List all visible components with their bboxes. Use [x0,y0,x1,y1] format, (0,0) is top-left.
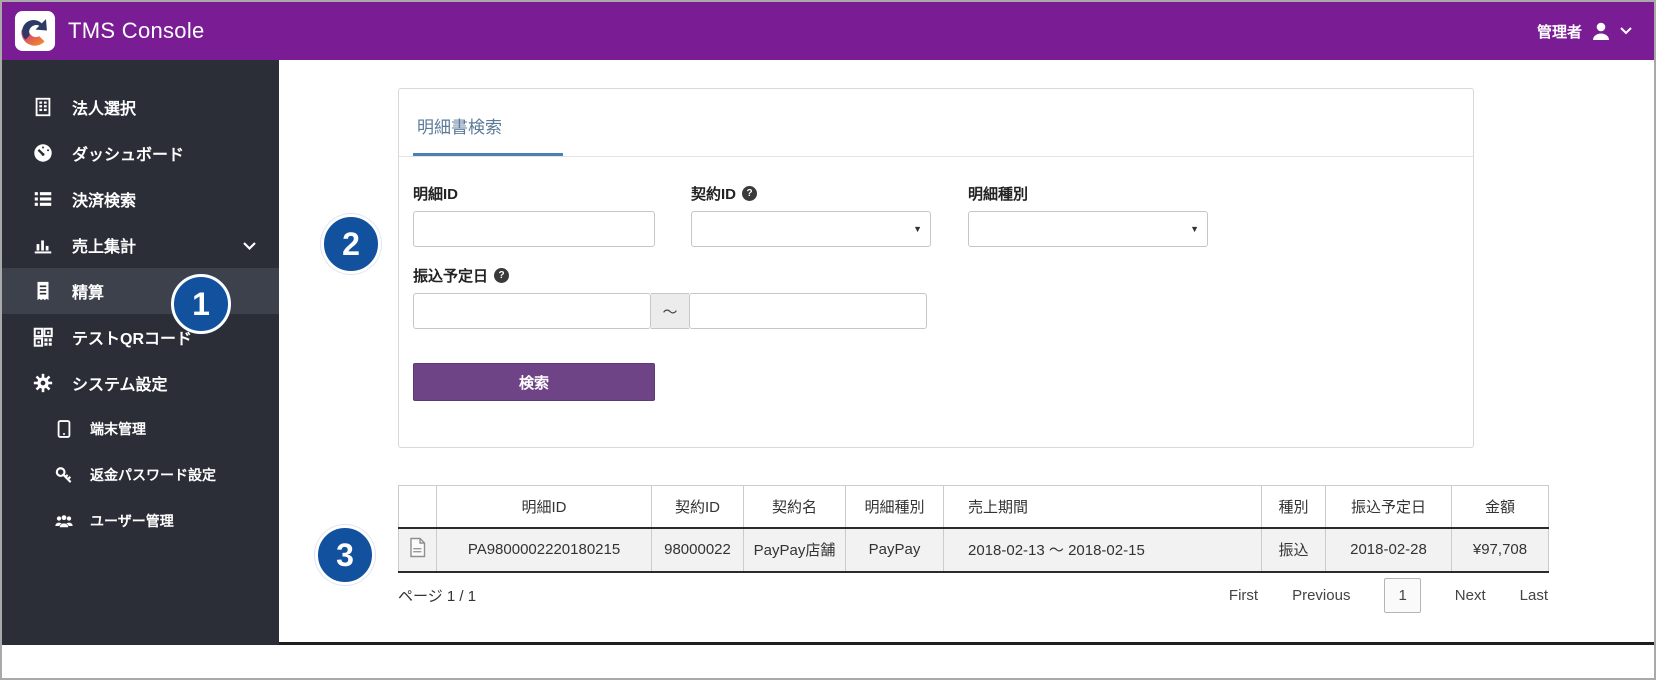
sidebar-item-system-settings[interactable]: システム設定 [2,360,279,406]
first-page-button[interactable]: First [1229,587,1258,604]
annotation-circle-3: 3 [315,525,375,585]
sidebar-item-label: システム設定 [72,377,168,394]
tab-bar: 明細書検索 [399,89,1473,157]
table-header-row: 明細ID 契約ID 契約名 明細種別 売上期間 種別 振込予定日 金額 [398,485,1549,529]
transfer-date-label-text: 振込予定日 [413,268,489,285]
field-contract-id: 契約ID ? ▼ [691,183,931,247]
col-statement-id: 明細ID [436,485,652,529]
col-contract-id: 契約ID [651,485,744,529]
current-page-button[interactable]: 1 [1384,578,1421,613]
sidebar-item-user-management[interactable]: ユーザー管理 [2,498,279,544]
annotation-circle-1: 1 [171,274,231,334]
dashboard-gauge-icon [32,142,54,164]
transfer-date-from-input[interactable] [413,293,651,329]
user-menu[interactable]: 管理者 [1537,19,1632,43]
transfer-date-label: 振込予定日 ? [413,265,1459,286]
top-bar: TMS Console 管理者 [2,2,1654,60]
sidebar-item-corporate-select[interactable]: 法人選択 [2,84,279,130]
col-statement-type: 明細種別 [845,485,944,529]
date-range-separator: ～ [651,293,689,329]
help-icon[interactable]: ? [494,268,510,283]
help-icon[interactable]: ? [742,186,758,201]
transfer-date-to-input[interactable] [689,293,927,329]
receipt-icon [32,280,54,302]
col-amount: 金額 [1451,485,1549,529]
sidebar-item-payment-search[interactable]: 決済検索 [2,176,279,222]
sidebar-item-refund-password[interactable]: 返金パスワード設定 [2,452,279,498]
col-contract-name: 契約名 [743,485,846,529]
sidebar-nav: 法人選択 ダッシュボード 決済検索 売上集計 精算 テストQRコード システム設… [2,60,279,645]
statement-search-panel: 明細書検索 明細ID 契約ID ? ▼ 明細種別 ▼ 振込予定日 ? ～ 検索 [398,88,1474,448]
submenu-chevron-icon[interactable] [242,238,257,256]
search-button[interactable]: 検索 [413,363,655,401]
contract-id-cell: 98000022 [651,527,744,573]
sidebar-item-label: ユーザー管理 [90,513,174,529]
results-table: 明細ID 契約ID 契約名 明細種別 売上期間 種別 振込予定日 金額 PA98… [398,485,1549,573]
qr-code-icon [32,326,54,348]
users-icon [54,511,74,531]
col-type: 種別 [1261,485,1326,529]
contract-id-select[interactable] [691,211,931,247]
statement-id-cell: PA9800002220180215 [436,527,652,573]
contract-name-cell: PayPay店舗 [743,527,846,573]
statement-type-cell: PayPay [845,527,944,573]
contract-id-label-text: 契約ID [691,186,737,203]
last-page-button[interactable]: Last [1520,587,1548,604]
sidebar-item-dashboard[interactable]: ダッシュボード [2,130,279,176]
sidebar-item-test-qr[interactable]: テストQRコード [2,314,279,360]
table-row: PA9800002220180215 98000022 PayPay店舗 Pay… [398,527,1549,573]
sidebar-item-sales-summary[interactable]: 売上集計 [2,222,279,268]
type-cell: 振込 [1261,527,1326,573]
col-icon [398,485,437,529]
sidebar-item-label: 精算 [72,285,105,302]
pdf-download-cell[interactable] [398,527,437,573]
sales-period-cell: 2018-02-13 ～ 2018-02-15 [943,527,1262,573]
sidebar-item-label: 決済検索 [72,193,137,210]
search-form: 明細ID 契約ID ? ▼ 明細種別 ▼ 振込予定日 ? ～ 検索 [399,157,1473,427]
chevron-down-icon [1620,27,1632,35]
sidebar-item-label: 法人選択 [72,101,137,118]
amount-cell: ¥97,708 [1451,527,1549,573]
statement-type-label: 明細種別 [968,186,1029,203]
sidebar-item-label: ダッシュボード [72,147,185,164]
previous-page-button[interactable]: Previous [1292,587,1350,604]
col-transfer-date: 振込予定日 [1325,485,1452,529]
sidebar-item-label: 売上集計 [72,239,137,256]
bar-chart-icon [32,234,54,256]
sidebar-item-label: テストQRコード [72,331,193,348]
statement-id-label: 明細ID [413,186,459,203]
sidebar-item-label: 端末管理 [90,421,146,437]
tablet-icon [54,419,74,439]
sidebar-item-label: 返金パスワード設定 [90,467,216,483]
key-icon [54,465,74,485]
user-name-label: 管理者 [1536,23,1582,41]
gear-icon [32,372,54,394]
sidebar-item-terminal-management[interactable]: 端末管理 [2,406,279,452]
screenshot-frame: TMS Console 管理者 法人選択 ダッシュボード 決済検索 売上集計 精… [0,0,1656,680]
sidebar-item-settlement[interactable]: 精算 [2,268,279,314]
next-page-button[interactable]: Next [1455,587,1486,604]
contract-id-label: 契約ID ? [691,183,931,204]
pdf-file-icon [410,537,426,558]
tab-statement-search[interactable]: 明細書検索 [413,89,563,156]
annotation-circle-2: 2 [321,214,381,274]
user-icon [1593,22,1609,40]
transfer-date-cell: 2018-02-28 [1325,527,1452,573]
app-title: TMS Console [68,18,205,43]
statement-type-select[interactable] [968,211,1208,247]
tms-logo-icon [14,10,56,52]
col-sales-period: 売上期間 [943,485,1262,529]
pagination-bar: ページ 1 / 1 First Previous 1 Next Last [398,578,1548,613]
building-icon [32,96,54,118]
statement-id-input[interactable] [413,211,655,247]
list-icon [32,188,54,210]
page-info: ページ 1 / 1 [398,588,477,605]
main-content: 明細書検索 明細ID 契約ID ? ▼ 明細種別 ▼ 振込予定日 ? ～ 検索 … [279,60,1654,645]
field-statement-id: 明細ID [413,183,655,247]
field-statement-type: 明細種別 ▼ [968,183,1208,247]
